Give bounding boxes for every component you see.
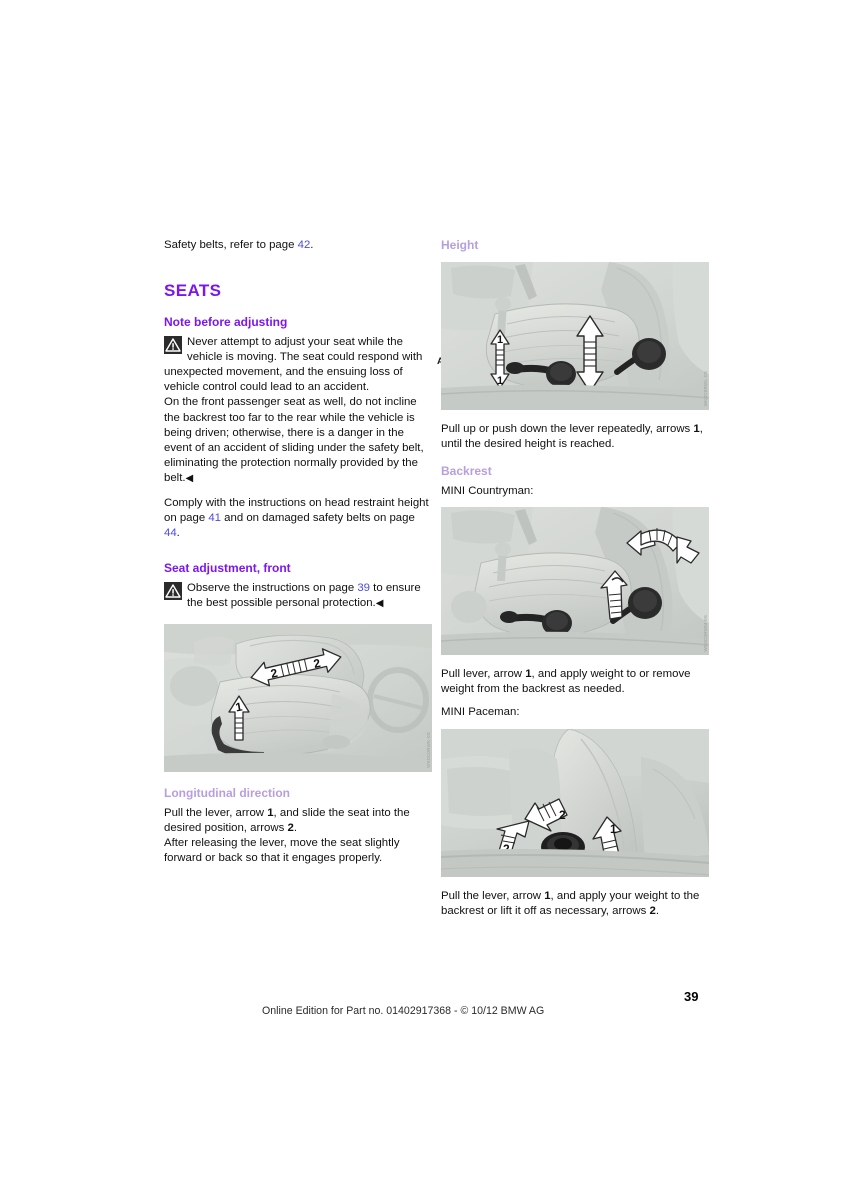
svg-text:1: 1 bbox=[497, 375, 503, 387]
heading-note-before-adjusting: Note before adjusting bbox=[164, 315, 288, 330]
longitudinal-instruction-1: Pull the lever, arrow 1, and slide the s… bbox=[164, 806, 432, 836]
paceman-a: Pull the lever, arrow bbox=[441, 889, 545, 902]
paceman-instruction: Pull the lever, arrow 1, and apply your … bbox=[441, 889, 709, 919]
longitudinal-e: . bbox=[293, 821, 297, 834]
left-column: Safety belts, refer to page 42. SEATS No… bbox=[164, 238, 432, 866]
warning-text-backrest-incline: On the front passenger seat as well, do … bbox=[164, 395, 432, 486]
heading-backrest: Backrest bbox=[441, 464, 492, 479]
page-link-42[interactable]: 42 bbox=[298, 239, 311, 251]
safety-belts-reference: Safety belts, refer to page 42. bbox=[164, 238, 432, 253]
figure-seat-longitudinal: 1 2 2 WK0C0RWK-0S bbox=[164, 623, 432, 772]
heading-seat-adjustment-front: Seat adjustment, front bbox=[164, 561, 291, 576]
figure-seat-height: 1 1 WK0C0RWL-0S bbox=[441, 262, 709, 410]
paceman-e: . bbox=[655, 904, 659, 917]
heading-longitudinal-direction: Longitudinal direction bbox=[164, 785, 290, 800]
running-header: ADJUSTMENTS CONTROLS bbox=[0, 170, 848, 390]
warning-triangle-icon bbox=[164, 582, 182, 601]
page-link-44[interactable]: 44 bbox=[164, 527, 177, 539]
figure-watermark: WK0C0RWM-0S bbox=[703, 614, 708, 652]
longitudinal-a: Pull the lever, arrow bbox=[164, 806, 268, 819]
countryman-a: Pull lever, arrow bbox=[441, 668, 526, 681]
safety-belts-text: Safety belts, refer to page bbox=[164, 239, 298, 251]
figure-backrest-paceman: 1 2 2 bbox=[441, 728, 709, 877]
warning-end-marker: ◀ bbox=[185, 472, 194, 484]
manual-page: ADJUSTMENTS CONTROLS Safety belts, refer… bbox=[0, 0, 848, 1200]
warning-block-seat-moving: Never attempt to adjust your seat while … bbox=[164, 335, 432, 395]
label-mini-countryman: MINI Countryman: bbox=[441, 485, 534, 498]
warning-triangle-icon bbox=[164, 336, 182, 355]
figure-backrest-countryman: WK0C0RWM-0S bbox=[441, 507, 709, 656]
page-link-39[interactable]: 39 bbox=[357, 582, 370, 594]
right-column: Height 1 1 WK0C0RWL-0S Pull up or push d… bbox=[441, 238, 709, 919]
height-a: Pull up or push down the lever repeatedl… bbox=[441, 423, 694, 435]
figure-seat-longitudinal-image: 1 2 2 bbox=[164, 623, 432, 772]
observe-pre: Observe the instructions on page bbox=[187, 582, 358, 595]
svg-text:1: 1 bbox=[610, 822, 617, 836]
page-title: SEATS bbox=[164, 281, 222, 301]
svg-text:1: 1 bbox=[497, 334, 503, 346]
label-mini-paceman: MINI Paceman: bbox=[441, 706, 520, 719]
comply-post: . bbox=[176, 527, 180, 540]
warning-backrest-body: On the front passenger seat as well, do … bbox=[164, 396, 424, 484]
warning-text-seat-moving: Never attempt to adjust your seat while … bbox=[164, 336, 423, 394]
longitudinal-instruction-2: After releasing the lever, move the seat… bbox=[164, 836, 400, 864]
comply-instructions-text: Comply with the instructions on head res… bbox=[164, 496, 432, 541]
heading-height: Height bbox=[441, 238, 479, 252]
height-instruction: Pull up or push down the lever repeatedl… bbox=[441, 422, 709, 452]
countryman-instruction: Pull lever, arrow 1, and apply weight to… bbox=[441, 667, 709, 697]
page-number: 39 bbox=[684, 989, 699, 1004]
page-link-41[interactable]: 41 bbox=[208, 512, 221, 524]
safety-belts-period: . bbox=[310, 239, 314, 251]
warning-end-marker: ◀ bbox=[375, 598, 384, 610]
svg-text:2: 2 bbox=[559, 808, 566, 822]
warning-block-observe-instructions: Observe the instructions on page 39 to e… bbox=[164, 581, 432, 611]
figure-backrest-paceman-image: 1 2 2 bbox=[441, 728, 709, 877]
figure-seat-height-image: 1 1 bbox=[441, 262, 709, 410]
footer-edition-notice: Online Edition for Part no. 01402917368 … bbox=[262, 1005, 545, 1017]
figure-watermark: WK0C0RWK-0S bbox=[426, 731, 431, 768]
figure-backrest-countryman-image bbox=[441, 507, 709, 656]
figure-watermark: WK0C0RWL-0S bbox=[703, 370, 708, 406]
comply-mid: and on damaged safety belts on page bbox=[221, 512, 415, 525]
